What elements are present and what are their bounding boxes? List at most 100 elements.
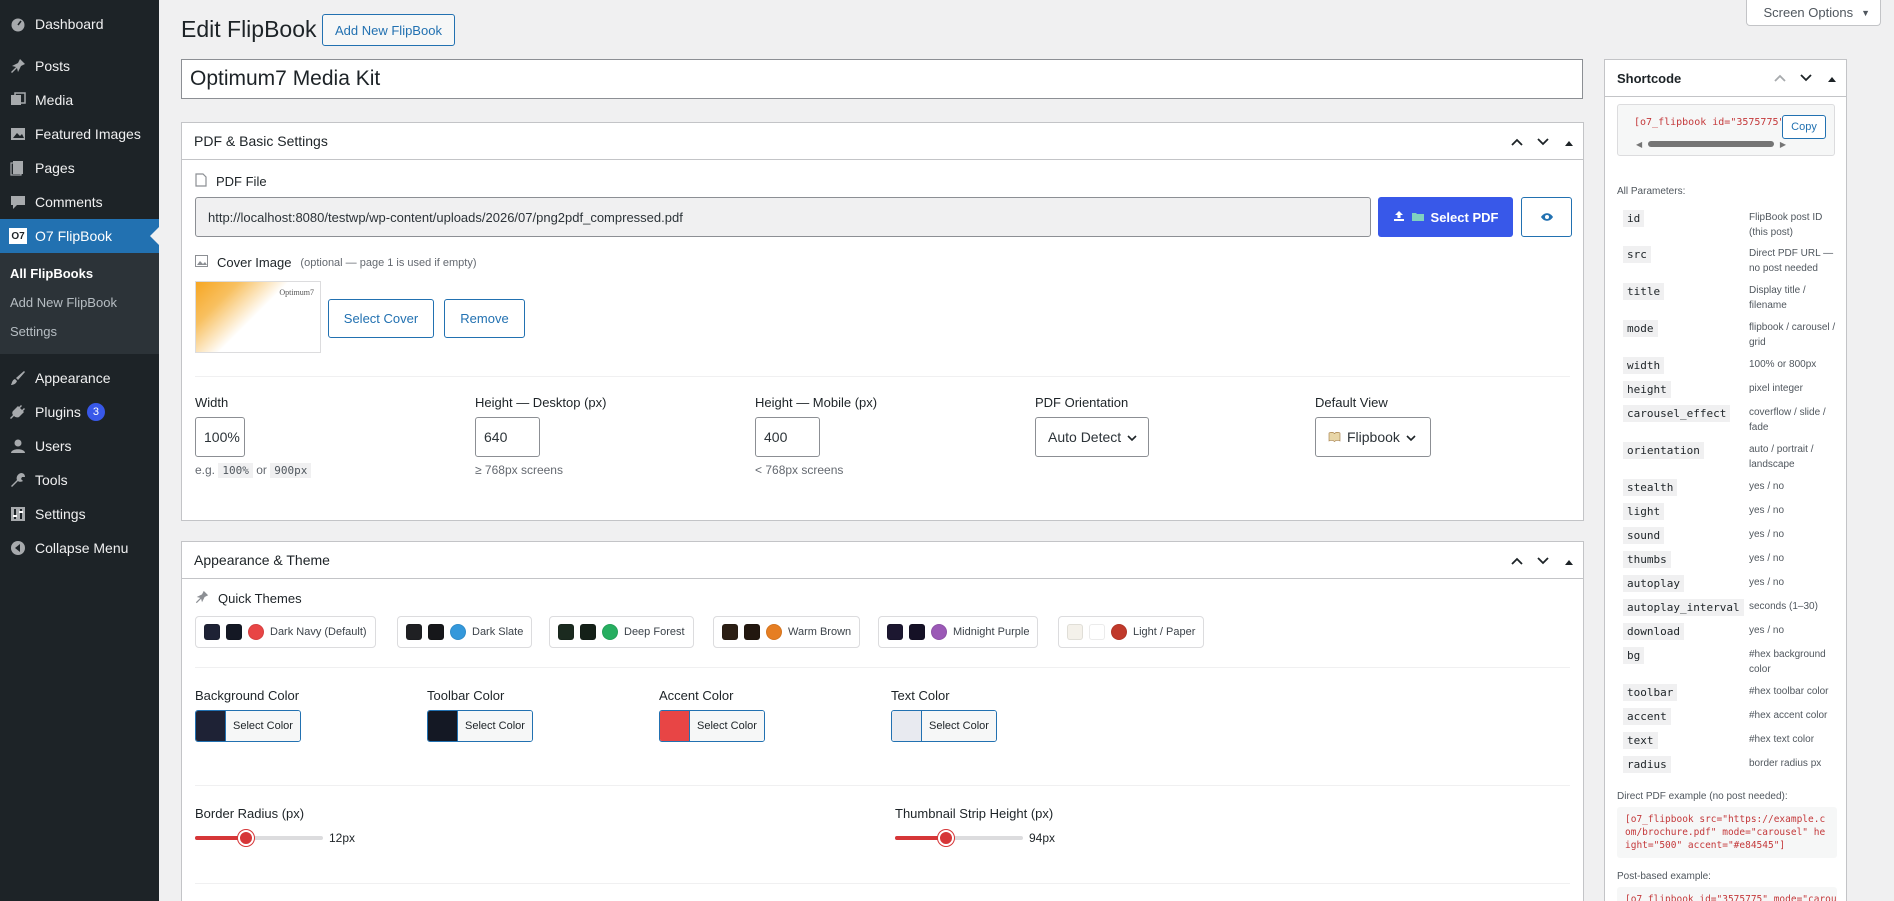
- chevron-down-icon[interactable]: [1798, 71, 1814, 86]
- pdf-url-field[interactable]: http://localhost:8080/testwp/wp-content/…: [195, 197, 1371, 237]
- copy-shortcode-button[interactable]: Copy: [1782, 115, 1826, 139]
- theme-chip[interactable]: Midnight Purple: [878, 616, 1039, 648]
- menu-o7-flipbook[interactable]: O7 O7 FlipBook: [0, 219, 159, 253]
- thumbnail-strip-slider[interactable]: 94px: [895, 830, 1055, 846]
- menu-label: Appearance: [35, 370, 111, 386]
- param-desc: yes / no: [1749, 529, 1785, 540]
- param-row: mode flipbook / carousel / grid: [1623, 320, 1839, 350]
- theme-swatch-1: [722, 624, 738, 640]
- add-new-flipbook-button[interactable]: Add New FlipBook: [322, 14, 455, 46]
- caret-down-icon: ▼: [1861, 7, 1870, 18]
- screen-options-label: Screen Options: [1763, 5, 1854, 20]
- toggle-panel-icon[interactable]: [1824, 71, 1840, 86]
- width-input[interactable]: 100%: [195, 417, 245, 457]
- chevron-down-icon[interactable]: [1535, 553, 1551, 569]
- menu-posts[interactable]: Posts: [0, 49, 159, 83]
- toolbar-color-picker[interactable]: Select Color: [427, 710, 533, 742]
- param-desc: Direct PDF URL — no post needed: [1749, 248, 1834, 274]
- param-row: download yes / no: [1623, 623, 1839, 640]
- theme-chip[interactable]: Deep Forest: [549, 616, 694, 648]
- slider-knob[interactable]: [238, 830, 255, 846]
- theme-swatch-3: [450, 624, 466, 640]
- menu-media[interactable]: Media: [0, 83, 159, 117]
- chevron-up-icon[interactable]: [1509, 553, 1525, 569]
- text-color-picker[interactable]: Select Color: [891, 710, 997, 742]
- param-key: id: [1623, 210, 1645, 227]
- post-example-code[interactable]: [o7_flipbook id="3575775" mode="carousel…: [1617, 887, 1837, 901]
- o7-logo: O7: [8, 226, 28, 246]
- menu-users[interactable]: Users: [0, 429, 159, 463]
- slider-knob[interactable]: [938, 830, 955, 846]
- param-row: carousel_effect coverflow / slide / fade: [1623, 405, 1839, 435]
- select-color-label: Select Color: [690, 711, 764, 741]
- param-key: toolbar: [1623, 684, 1678, 701]
- horizontal-scrollbar[interactable]: ◀ ▶: [1636, 138, 1786, 150]
- theme-chip[interactable]: Light / Paper: [1058, 616, 1205, 648]
- theme-name: Warm Brown: [788, 626, 852, 638]
- menu-collapse[interactable]: Collapse Menu: [0, 531, 159, 565]
- menu-dashboard[interactable]: Dashboard: [0, 7, 159, 41]
- menu-comments[interactable]: Comments: [0, 185, 159, 219]
- param-row: height pixel integer: [1623, 381, 1839, 398]
- pdf-file-label: PDF File: [216, 174, 267, 189]
- param-desc: yes / no: [1749, 505, 1785, 516]
- height-desktop-input[interactable]: 640: [475, 417, 540, 457]
- image-icon: [195, 255, 208, 270]
- toolbar-color-label: Toolbar Color: [427, 688, 505, 703]
- chevron-down-icon[interactable]: [1535, 134, 1551, 150]
- shortcode-text[interactable]: [o7_flipbook id="3575775"]: [1634, 117, 1791, 128]
- param-desc: yes / no: [1749, 577, 1785, 588]
- param-key: light: [1623, 503, 1665, 520]
- menu-appearance[interactable]: Appearance: [0, 361, 159, 395]
- toggle-panel-icon[interactable]: [1561, 553, 1577, 569]
- theme-chip[interactable]: Warm Brown: [713, 616, 861, 648]
- menu-settings[interactable]: Settings: [0, 497, 159, 531]
- select-pdf-button[interactable]: Select PDF: [1378, 197, 1513, 237]
- param-key: width: [1623, 357, 1665, 374]
- thumbnail-strip-label: Thumbnail Strip Height (px): [895, 806, 1054, 821]
- param-key: bg: [1623, 647, 1645, 664]
- param-row: stealth yes / no: [1623, 479, 1839, 496]
- background-color-picker[interactable]: Select Color: [195, 710, 301, 742]
- main-content: Edit FlipBook Add New FlipBook Screen Op…: [159, 0, 1894, 901]
- toggle-panel-icon[interactable]: [1561, 134, 1577, 150]
- height-desktop-label: Height — Desktop (px): [475, 395, 607, 410]
- chevron-up-icon[interactable]: [1772, 71, 1788, 86]
- param-key: title: [1623, 283, 1665, 300]
- accent-color-picker[interactable]: Select Color: [659, 710, 765, 742]
- post-title-input[interactable]: Optimum7 Media Kit: [181, 59, 1583, 99]
- chevron-up-icon[interactable]: [1509, 134, 1525, 150]
- menu-label: Posts: [35, 58, 71, 74]
- pdf-orientation-select[interactable]: Auto Detect: [1035, 417, 1149, 457]
- direct-example-label: Direct PDF example (no post needed):: [1617, 791, 1788, 802]
- menu-featured-images[interactable]: Featured Images: [0, 117, 159, 151]
- menu-tools[interactable]: Tools: [0, 463, 159, 497]
- remove-cover-button[interactable]: Remove: [444, 299, 525, 338]
- slider-track: [895, 830, 1023, 846]
- pdf-orientation-label: PDF Orientation: [1035, 395, 1129, 410]
- cover-image-label: Cover Image: [217, 255, 292, 270]
- border-radius-slider[interactable]: 12px: [195, 830, 355, 846]
- scrollbar-thumb: [1648, 141, 1774, 147]
- preview-pdf-button[interactable]: [1521, 197, 1572, 237]
- submenu-add-new-flipbook[interactable]: Add New FlipBook: [0, 288, 159, 317]
- direct-example-code[interactable]: [o7_flipbook src="https://example.com/br…: [1617, 807, 1837, 858]
- default-view-select[interactable]: Flipbook: [1315, 417, 1431, 457]
- screen-options-button[interactable]: Screen Options ▼: [1746, 0, 1881, 26]
- select-cover-button[interactable]: Select Cover: [328, 299, 434, 338]
- theme-chip[interactable]: Dark Navy (Default): [195, 616, 376, 648]
- color-swatch: [196, 711, 226, 741]
- divider: [195, 667, 1570, 668]
- param-desc: FlipBook post ID (this post): [1749, 212, 1823, 238]
- param-desc: Display title / filename: [1749, 285, 1806, 311]
- menu-plugins[interactable]: Plugins 3: [0, 395, 159, 429]
- height-mobile-input[interactable]: 400: [755, 417, 820, 457]
- theme-chip[interactable]: Dark Slate: [397, 616, 533, 648]
- submenu-settings[interactable]: Settings: [0, 317, 159, 346]
- hint-prefix: e.g.: [195, 463, 216, 477]
- submenu-all-flipbooks[interactable]: All FlipBooks: [0, 259, 159, 288]
- menu-pages[interactable]: Pages: [0, 151, 159, 185]
- theme-swatch-3: [766, 624, 782, 640]
- cover-image-hint: (optional — page 1 is used if empty): [300, 256, 477, 269]
- height-mobile-hint: < 768px screens: [755, 463, 844, 477]
